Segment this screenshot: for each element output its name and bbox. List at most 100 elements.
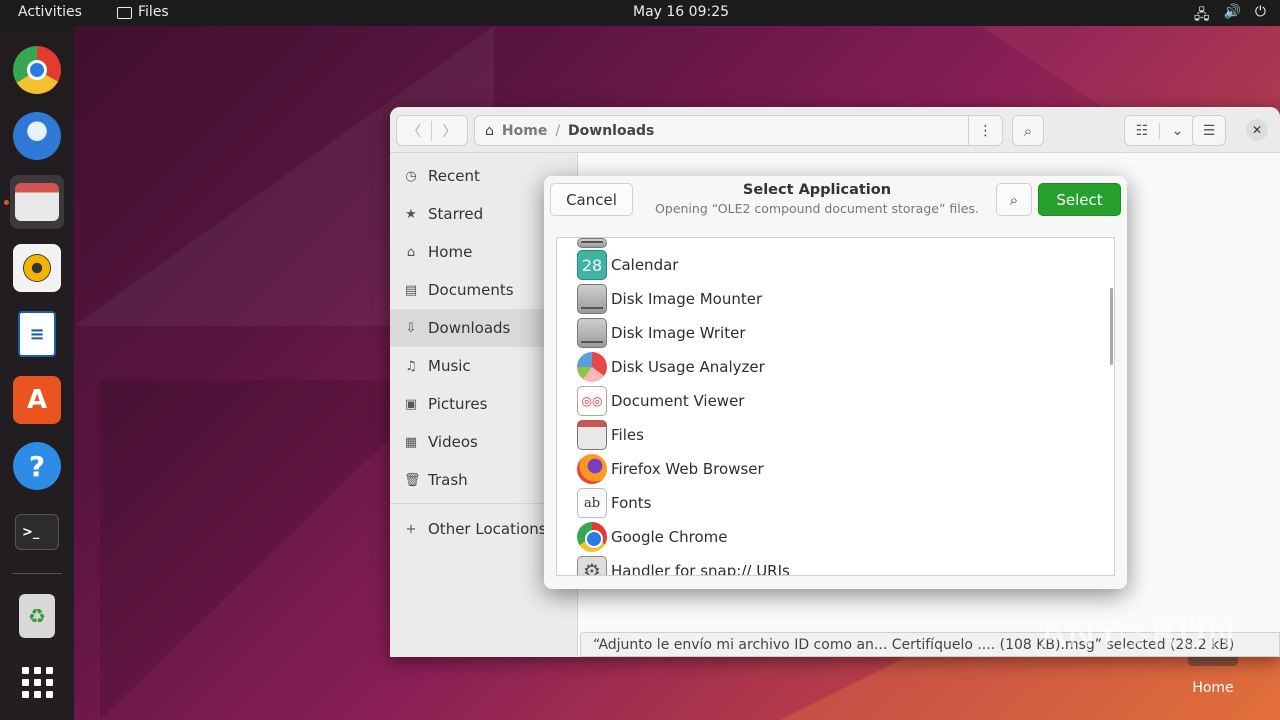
path-current[interactable]: Downloads: [568, 123, 654, 139]
application-list[interactable]: 28 Calendar Disk Image Mounter Disk Imag…: [556, 237, 1115, 576]
path-separator: /: [555, 122, 561, 139]
app-name: Files: [611, 426, 644, 444]
sidebar-item-label: Home: [428, 243, 473, 261]
music-icon: ♫: [405, 358, 417, 374]
dock-help[interactable]: ?: [10, 439, 64, 493]
dock-chrome[interactable]: [10, 43, 64, 97]
trash-icon: ♻: [19, 594, 55, 638]
list-view-button[interactable]: ☷: [1125, 122, 1161, 139]
sidebar-item-label: Trash: [428, 471, 468, 489]
disk-icon: [577, 318, 607, 348]
sidebar-item-label: Videos: [428, 433, 478, 451]
clock-icon: ◷: [405, 168, 417, 184]
list-item[interactable]: Disk Image Writer: [557, 316, 1114, 350]
path-home[interactable]: Home: [502, 123, 547, 139]
gear-icon: ⚙: [577, 556, 607, 575]
path-menu-button[interactable]: ⋮: [968, 116, 1002, 145]
main-menu-button[interactable]: ☰: [1192, 115, 1226, 146]
search-button[interactable]: ⌕: [1012, 115, 1044, 146]
chevron-down-icon: ⌄: [1171, 122, 1184, 139]
trash-icon: 🗑: [404, 472, 421, 488]
disk-icon: [577, 284, 607, 314]
calendar-icon: 28: [577, 250, 607, 280]
dock-thunderbird[interactable]: [10, 109, 64, 163]
list-item[interactable]: ◎◎ Document Viewer: [557, 384, 1114, 418]
dock-show-apps[interactable]: [10, 655, 64, 709]
running-indicator: [4, 200, 9, 205]
view-options-button[interactable]: ⌄: [1160, 123, 1195, 139]
app-name: Calendar: [611, 256, 679, 274]
dock-terminal[interactable]: >_: [10, 505, 64, 559]
chrome-icon: [577, 522, 607, 552]
app-menu[interactable]: Files: [117, 4, 169, 20]
list-item[interactable]: ⚙ Handler for snap:// URIs: [557, 554, 1114, 575]
list-item[interactable]: Disk Usage Analyzer: [557, 350, 1114, 384]
select-application-dialog: Cancel Select Application Opening “OLE2 …: [544, 176, 1127, 589]
forward-button[interactable]: 〉: [432, 121, 467, 141]
software-store-icon: A: [13, 376, 61, 424]
hamburger-icon: ☰: [1202, 122, 1216, 139]
list-icon: ☷: [1135, 122, 1149, 139]
select-button[interactable]: Select: [1038, 183, 1121, 216]
dock-software[interactable]: A: [10, 373, 64, 427]
app-menu-label: Files: [138, 4, 169, 20]
list-scrollbar[interactable]: [1110, 288, 1113, 365]
nav-buttons: 〈 〉: [396, 115, 468, 146]
thunderbird-icon: [13, 112, 61, 160]
power-icon: ⏻: [1254, 4, 1266, 20]
list-item[interactable]: 28 Calendar: [557, 248, 1114, 282]
desktop-home-label: Home: [1192, 680, 1234, 696]
close-icon: ✕: [1251, 123, 1263, 137]
list-item[interactable]: [557, 238, 1114, 248]
activities-button[interactable]: Activities: [18, 4, 82, 20]
disk-usage-icon: [577, 352, 607, 382]
fonts-icon: ab: [577, 488, 607, 518]
back-button[interactable]: 〈: [397, 120, 433, 141]
watermark: ANY▷RUN: [1040, 612, 1237, 656]
list-item[interactable]: ab Fonts: [557, 486, 1114, 520]
sidebar-item-label: Other Locations: [428, 520, 547, 538]
dialog-search-button[interactable]: ⌕: [996, 183, 1032, 216]
app-name: Disk Usage Analyzer: [611, 358, 765, 376]
close-button[interactable]: ✕: [1246, 119, 1268, 141]
sidebar-item-label: Music: [428, 357, 471, 375]
kebab-icon: ⋮: [978, 122, 993, 139]
picture-icon: ▣: [404, 396, 418, 412]
dock-rhythmbox[interactable]: [10, 241, 64, 295]
clock[interactable]: May 16 09:25: [633, 4, 729, 20]
path-bar[interactable]: ⌂ Home / Downloads ⋮: [474, 115, 1003, 146]
files-icon: [577, 420, 607, 450]
terminal-icon: >_: [15, 514, 59, 550]
volume-icon: 🔊: [1223, 4, 1241, 20]
search-icon: ⌕: [1009, 190, 1019, 209]
dialog-header: Cancel Select Application Opening “OLE2 …: [544, 176, 1127, 222]
home-icon: ⌂: [485, 122, 494, 139]
app-name: Google Chrome: [611, 528, 728, 546]
files-icon: [15, 183, 59, 221]
dock-trash[interactable]: ♻: [10, 589, 64, 643]
rhythmbox-icon: [13, 244, 61, 292]
list-item[interactable]: Files: [557, 418, 1114, 452]
app-grid-icon: [17, 662, 57, 702]
top-bar: Activities Files May 16 09:25 🖧 🔊 ⏻: [0, 0, 1280, 26]
dock-writer[interactable]: ≡: [10, 307, 64, 361]
app-name: Document Viewer: [611, 392, 745, 410]
app-icon: [577, 238, 607, 248]
sidebar-item-label: Pictures: [428, 395, 488, 413]
dialog-subtitle: Opening “OLE2 compound document storage”…: [655, 201, 979, 216]
search-icon: ⌕: [1023, 121, 1033, 140]
folder-icon: [117, 7, 132, 19]
document-viewer-icon: ◎◎: [577, 386, 607, 416]
list-item[interactable]: Firefox Web Browser: [557, 452, 1114, 486]
header-bar: 〈 〉 ⌂ Home / Downloads ⋮ ⌕ ☷ ⌄ ☰ ✕: [390, 107, 1280, 153]
writer-icon: ≡: [18, 311, 56, 357]
list-item[interactable]: Google Chrome: [557, 520, 1114, 554]
dock-files[interactable]: [10, 175, 64, 229]
network-icon: 🖧: [1193, 7, 1210, 23]
cancel-button[interactable]: Cancel: [550, 183, 633, 216]
app-name: Firefox Web Browser: [611, 460, 764, 478]
system-tray[interactable]: 🖧 🔊 ⏻: [1194, 4, 1266, 28]
list-item[interactable]: Disk Image Mounter: [557, 282, 1114, 316]
sidebar-item-label: Documents: [428, 281, 514, 299]
dock: ≡ A ? >_ ♻: [0, 26, 74, 720]
